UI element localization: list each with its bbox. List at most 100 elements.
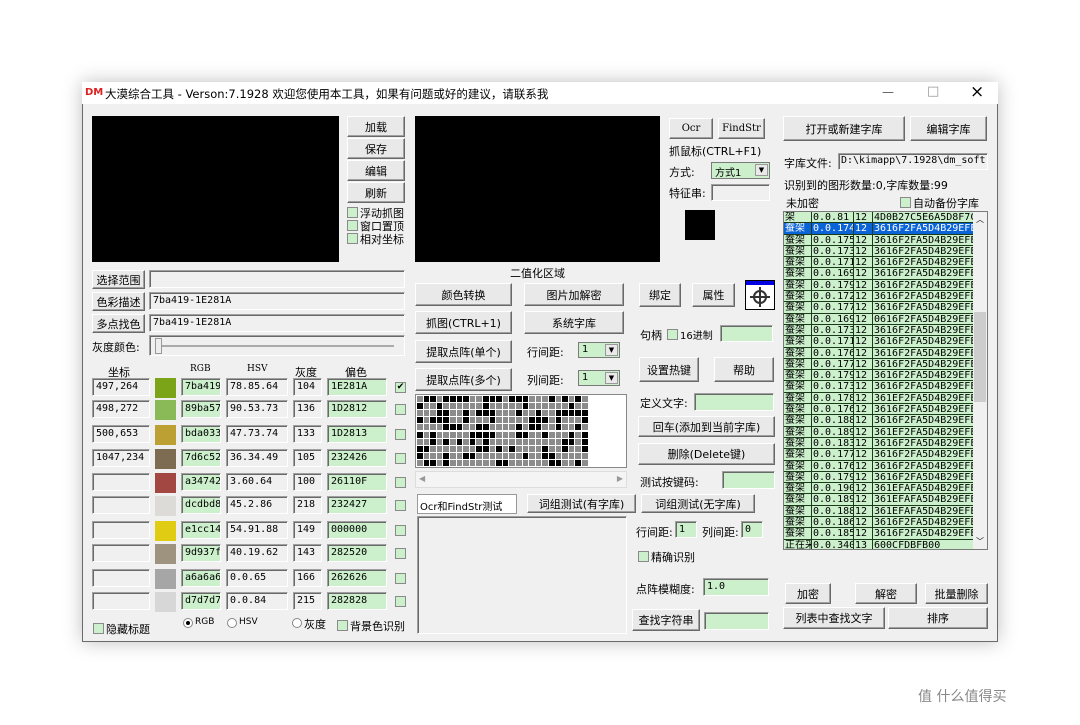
rgb-field[interactable]: dcdbd8: [181, 496, 221, 514]
offset-field[interactable]: 1D2813: [327, 425, 387, 443]
gray-field[interactable]: 215: [293, 592, 322, 610]
rgb-field[interactable]: 7d6c52: [181, 449, 221, 467]
list-item[interactable]: 正在采集 0.0.340 13 600CFDBFB00: [784, 539, 973, 549]
offset-field[interactable]: 262626: [327, 569, 387, 587]
scroll-thumb[interactable]: [974, 312, 986, 402]
coord-field[interactable]: [92, 569, 150, 587]
gray-field[interactable]: 149: [293, 521, 322, 539]
rgb-field[interactable]: a6a6a6: [181, 569, 221, 587]
rgb-radio[interactable]: [183, 618, 193, 628]
chevron-down-icon[interactable]: ▼: [605, 372, 618, 384]
minimize-icon[interactable]: —: [882, 85, 894, 99]
test-key-field[interactable]: [722, 471, 775, 489]
open-new-lib-button[interactable]: 打开或新建字库: [783, 116, 905, 141]
rgb-field[interactable]: a34742: [181, 473, 221, 491]
coord-field[interactable]: 500,653: [92, 425, 150, 443]
list-item[interactable]: 架 0.0.81 12 4D0B27C5E6A5D8F7C0FE: [784, 212, 973, 224]
auto-backup-checkbox[interactable]: [900, 197, 911, 208]
mode-select[interactable]: 方式1 ▼: [711, 162, 770, 179]
chevron-down-icon[interactable]: ▼: [755, 164, 768, 176]
decrypt-button[interactable]: 解密: [855, 583, 917, 604]
findstr-button[interactable]: FindStr: [718, 118, 765, 139]
multi-color-field[interactable]: 7ba419-1E281A: [149, 314, 405, 332]
rgb-field[interactable]: bda033: [181, 425, 221, 443]
bg-color-checkbox[interactable]: [337, 620, 348, 631]
offset-field[interactable]: 26110F: [327, 473, 387, 491]
scroll-down-icon[interactable]: ﹀: [976, 536, 984, 547]
row-enable-checkbox[interactable]: [395, 596, 406, 607]
list-item[interactable]: 蚕架 0.0.188 12 361EFAFA5D4B29EFE: [784, 505, 973, 518]
list-item[interactable]: 蚕架 0.0.176 12 3616F2FA5D4B29EFE: [784, 460, 973, 472]
list-item[interactable]: 蚕架 0.0.171 12 3616F2FA5D4B29EFE: [784, 336, 973, 348]
test-text-area[interactable]: [417, 516, 627, 634]
feature-field[interactable]: [711, 184, 770, 201]
find-in-list-button[interactable]: 列表中查找文字: [783, 607, 885, 629]
list-item[interactable]: 蚕架 0.0.177 12 3616F2FA5D4B29EFE: [784, 302, 973, 314]
system-lib-button[interactable]: 系统字库: [524, 311, 624, 334]
hsv-field[interactable]: 47.73.74: [226, 425, 288, 443]
gray-field[interactable]: 133: [293, 425, 322, 443]
scroll-right-icon[interactable]: ▶: [617, 474, 623, 483]
list-item[interactable]: 蚕架 0.0.171 12 3616F2FA5D4B29EFE: [784, 257, 973, 269]
gray-slider[interactable]: [149, 335, 405, 356]
offset-field[interactable]: 282520: [327, 544, 387, 562]
list-item[interactable]: 蚕架 0.0.177 12 3616F2FA5D4B29EFE: [784, 358, 973, 371]
row-enable-checkbox[interactable]: [395, 573, 406, 584]
color-convert-button[interactable]: 颜色转换: [415, 283, 512, 306]
save-button[interactable]: 保存: [347, 138, 405, 159]
gray-field[interactable]: 143: [293, 544, 322, 562]
sort-button[interactable]: 排序: [888, 607, 988, 629]
row-enable-checkbox[interactable]: ✔: [395, 382, 406, 393]
list-item[interactable]: 蚕架 0.0.169 12 0616F2FA5D4B29EFE: [784, 313, 973, 325]
encrypt-button[interactable]: 加密: [785, 583, 831, 604]
rgb-field[interactable]: d7d7d7: [181, 592, 221, 610]
rgb-field[interactable]: 89ba57: [181, 400, 221, 418]
list-item[interactable]: 蚕架 0.0.189 12 361EF2FA5D4B29EFE: [784, 426, 973, 438]
handle-field[interactable]: [720, 325, 773, 342]
list-item[interactable]: 蚕架 0.0.174 12 3616F2FA5D4B29EFE: [784, 223, 973, 235]
list-item[interactable]: 蚕架 0.0.179 12 3616F2FA5D4B29EFE: [784, 370, 973, 382]
row-enable-checkbox[interactable]: [395, 548, 406, 559]
list-item[interactable]: 蚕架 0.0.190 12 361EFAFA5D4B29EFE: [784, 483, 973, 495]
gray-field[interactable]: 100: [293, 473, 322, 491]
edit-lib-button[interactable]: 编辑字库: [910, 116, 987, 141]
capture-preview[interactable]: [92, 116, 339, 262]
tab-ocr-findstr[interactable]: Ocr和FindStr测试: [417, 494, 517, 514]
find-string-button[interactable]: 查找字符串: [632, 609, 700, 631]
list-item[interactable]: 蚕架 0.0.179 12 3616F2FA5D4B29EFE: [784, 279, 973, 292]
list-scrollbar[interactable]: ︿ ﹀: [973, 212, 987, 549]
phrase-test-nolib-button[interactable]: 词组测试(无字库): [641, 494, 755, 513]
col-spacing-select[interactable]: 1 ▼: [578, 370, 620, 386]
hsv-field[interactable]: 78.85.64: [226, 378, 288, 396]
select-range-button[interactable]: 选择范围: [92, 270, 145, 289]
hsv-field[interactable]: 36.34.49: [226, 449, 288, 467]
rgb-field[interactable]: e1cc14: [181, 521, 221, 539]
list-item[interactable]: 蚕架 0.0.175 12 3616F2FA5D4B29EFE: [784, 234, 973, 246]
gray-field[interactable]: 136: [293, 400, 322, 418]
enter-add-button[interactable]: 回车(添加到当前字库): [638, 416, 775, 437]
offset-field[interactable]: 232427: [327, 496, 387, 514]
gray-radio[interactable]: [292, 618, 302, 628]
slider-thumb[interactable]: [155, 338, 162, 354]
list-item[interactable]: 蚕架 0.0.185 12 3616F2FA5D4B29EFE: [784, 528, 973, 540]
list-item[interactable]: 蚕架 0.0.176 12 3616F2FA5D4B29EFE: [784, 347, 973, 359]
color-desc-button[interactable]: 色彩描述: [92, 292, 145, 311]
delete-button[interactable]: 删除(Delete键): [638, 443, 775, 465]
offset-field[interactable]: 232426: [327, 449, 387, 467]
extract-single-button[interactable]: 提取点阵(单个): [415, 340, 512, 363]
coord-field[interactable]: [92, 544, 150, 562]
gray-field[interactable]: 166: [293, 569, 322, 587]
offset-field[interactable]: 1D2812: [327, 400, 387, 418]
set-hotkey-button[interactable]: 设置热键: [639, 357, 699, 382]
offset-field[interactable]: 000000: [327, 521, 387, 539]
list-item[interactable]: 蚕架 0.0.183 12 3616F2FA5D4B29EFE: [784, 437, 973, 450]
find-string-field[interactable]: [704, 612, 769, 630]
hsv-field[interactable]: 45.2.86: [226, 496, 288, 514]
scroll-up-icon[interactable]: ︿: [976, 214, 984, 225]
select-range-field[interactable]: [149, 270, 405, 288]
row-enable-checkbox[interactable]: [395, 429, 406, 440]
hsv-field[interactable]: 54.91.88: [226, 521, 288, 539]
maximize-icon[interactable]: □: [927, 84, 939, 99]
hide-title-checkbox[interactable]: [93, 623, 104, 634]
batch-delete-button[interactable]: 批量删除: [925, 583, 988, 604]
